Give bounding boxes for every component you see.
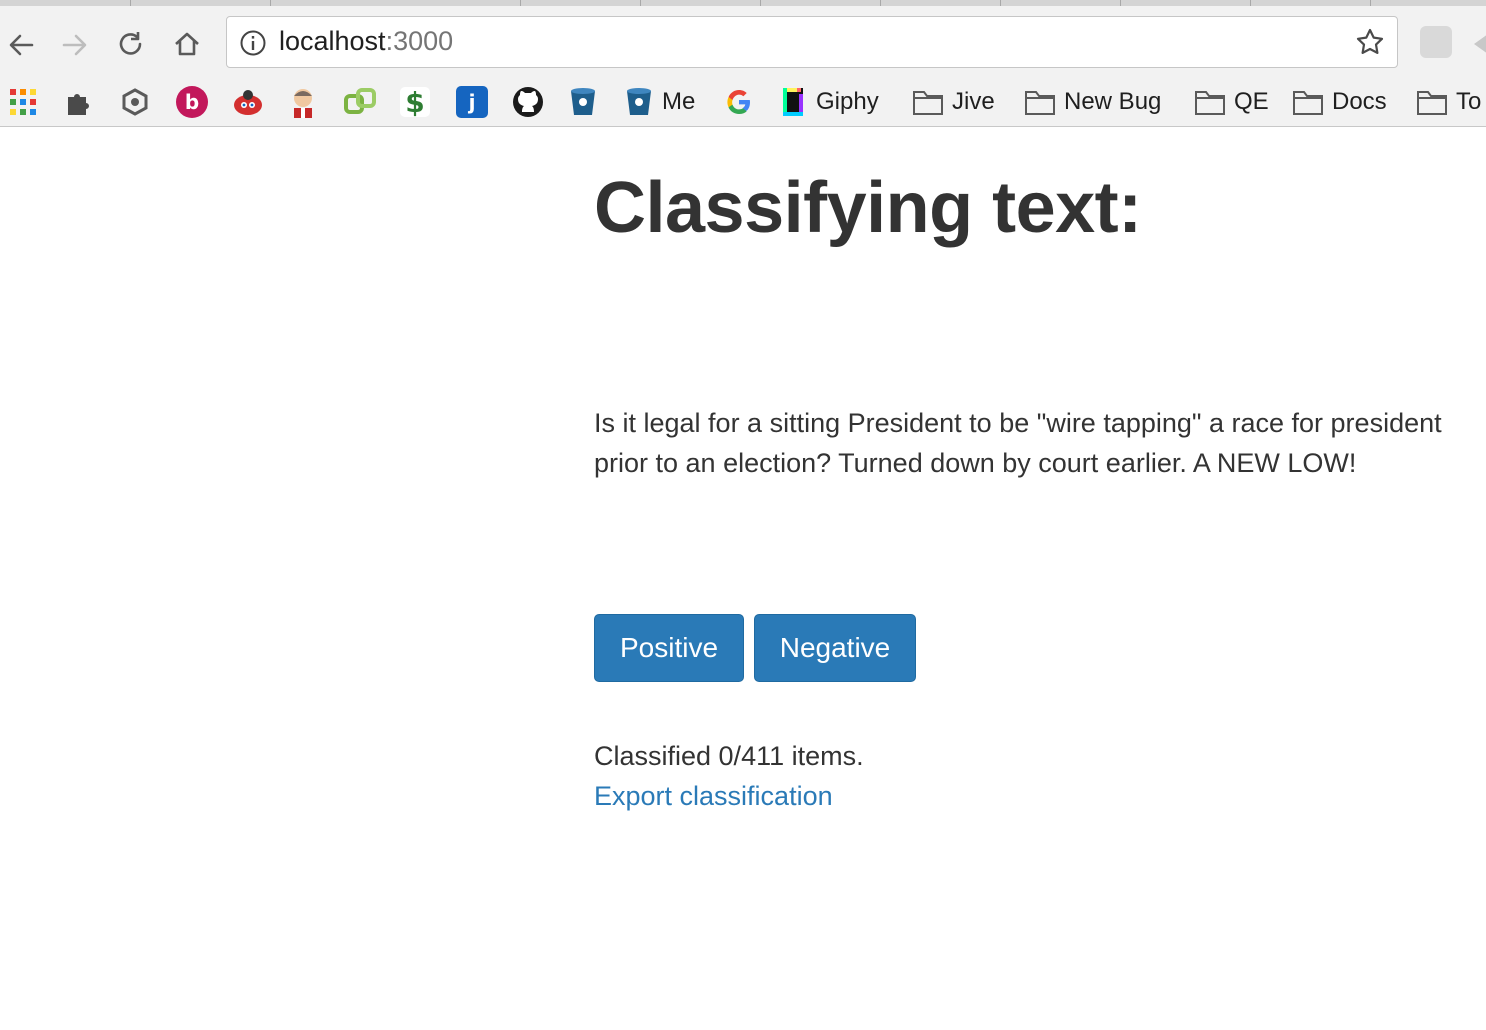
text-to-classify: Is it legal for a sitting President to b… (594, 408, 1442, 478)
bucket-icon (627, 88, 651, 115)
bookmark-star-icon[interactable] (1355, 27, 1385, 57)
bookmark-link[interactable] (344, 84, 376, 120)
bookmark-me[interactable]: Me (624, 84, 695, 120)
home-button[interactable] (170, 28, 204, 62)
bookmark-chrome-ext[interactable] (120, 84, 150, 120)
bookmark-label: New Bug (1064, 88, 1162, 115)
home-icon (175, 32, 199, 56)
link-icon (344, 88, 376, 114)
forward-arrow-icon (62, 34, 87, 56)
chrome-ext-icon (122, 88, 148, 116)
url-text[interactable]: localhost:3000 (279, 26, 453, 57)
bookmark-b[interactable]: b (176, 84, 208, 120)
bookmark-label: QE (1234, 88, 1269, 115)
bookmark-label: Me (662, 88, 696, 115)
extension-overflow-icon[interactable] (1474, 34, 1486, 54)
address-bar[interactable]: localhost:3000 (226, 16, 1398, 68)
bookmark-folder-docs[interactable]: Docs (1292, 84, 1387, 120)
bookmark-folder-new-bug[interactable]: New Bug (1024, 84, 1161, 120)
bookmark-jenkins[interactable] (288, 84, 318, 120)
bookmark-folder-jive[interactable]: Jive (912, 84, 995, 120)
export-classification-link[interactable]: Export classification (594, 781, 833, 812)
b-badge-icon: b (176, 86, 208, 118)
bookmark-bucket[interactable] (568, 84, 598, 120)
giphy-icon (783, 88, 803, 116)
info-icon[interactable] (239, 29, 267, 57)
folder-icon (1025, 91, 1055, 115)
ladybug-icon (234, 90, 262, 115)
bookmark-github[interactable] (512, 84, 544, 120)
forward-button[interactable] (58, 28, 92, 62)
url-port: :3000 (385, 26, 454, 56)
folder-icon (1195, 91, 1225, 115)
negative-button[interactable]: Negative (754, 614, 916, 682)
bookmark-j[interactable]: j (456, 84, 488, 120)
bookmark-ladybug[interactable] (232, 84, 264, 120)
back-button[interactable] (4, 28, 38, 62)
bookmark-label: Docs (1332, 88, 1387, 115)
bookmark-giphy[interactable]: Giphy (780, 84, 879, 120)
bucket-icon (571, 88, 595, 115)
github-icon (513, 87, 543, 117)
page-content: Classifying text: Is it legal for a sitt… (0, 127, 1486, 1030)
apps-grid-icon (10, 89, 36, 115)
bookmark-extensions[interactable] (64, 84, 94, 120)
browser-toolbar: localhost:3000 b $ j Me Giphy Jive New B… (0, 6, 1486, 127)
folder-icon (913, 91, 943, 115)
google-icon (727, 90, 750, 114)
bookmark-apps[interactable] (8, 84, 38, 120)
bookmark-label: Jive (952, 88, 995, 115)
page-title: Classifying text: (594, 168, 1142, 248)
bookmark-google[interactable] (724, 84, 754, 120)
folder-icon (1417, 91, 1447, 115)
classification-status: Classified 0/411 items. (594, 741, 864, 771)
bookmark-folder-to[interactable]: To (1416, 84, 1481, 120)
jenkins-icon (294, 89, 312, 118)
back-arrow-icon (9, 34, 34, 56)
j-badge-icon: j (456, 86, 488, 118)
bookmark-dollar[interactable]: $ (400, 84, 430, 120)
puzzle-icon (68, 94, 89, 115)
reload-button[interactable] (114, 28, 148, 62)
url-host: localhost (279, 26, 386, 56)
extension-icon[interactable] (1420, 26, 1452, 58)
reload-icon (119, 32, 142, 55)
bookmark-label: Giphy (816, 88, 879, 115)
dollar-icon: $ (400, 86, 430, 119)
positive-button[interactable]: Positive (594, 614, 744, 682)
bookmark-label: To (1456, 88, 1482, 115)
bookmarks-bar: b $ j Me Giphy Jive New Bug QE Docs To (0, 80, 1486, 124)
folder-icon (1293, 91, 1323, 115)
bookmark-folder-qe[interactable]: QE (1194, 84, 1269, 120)
